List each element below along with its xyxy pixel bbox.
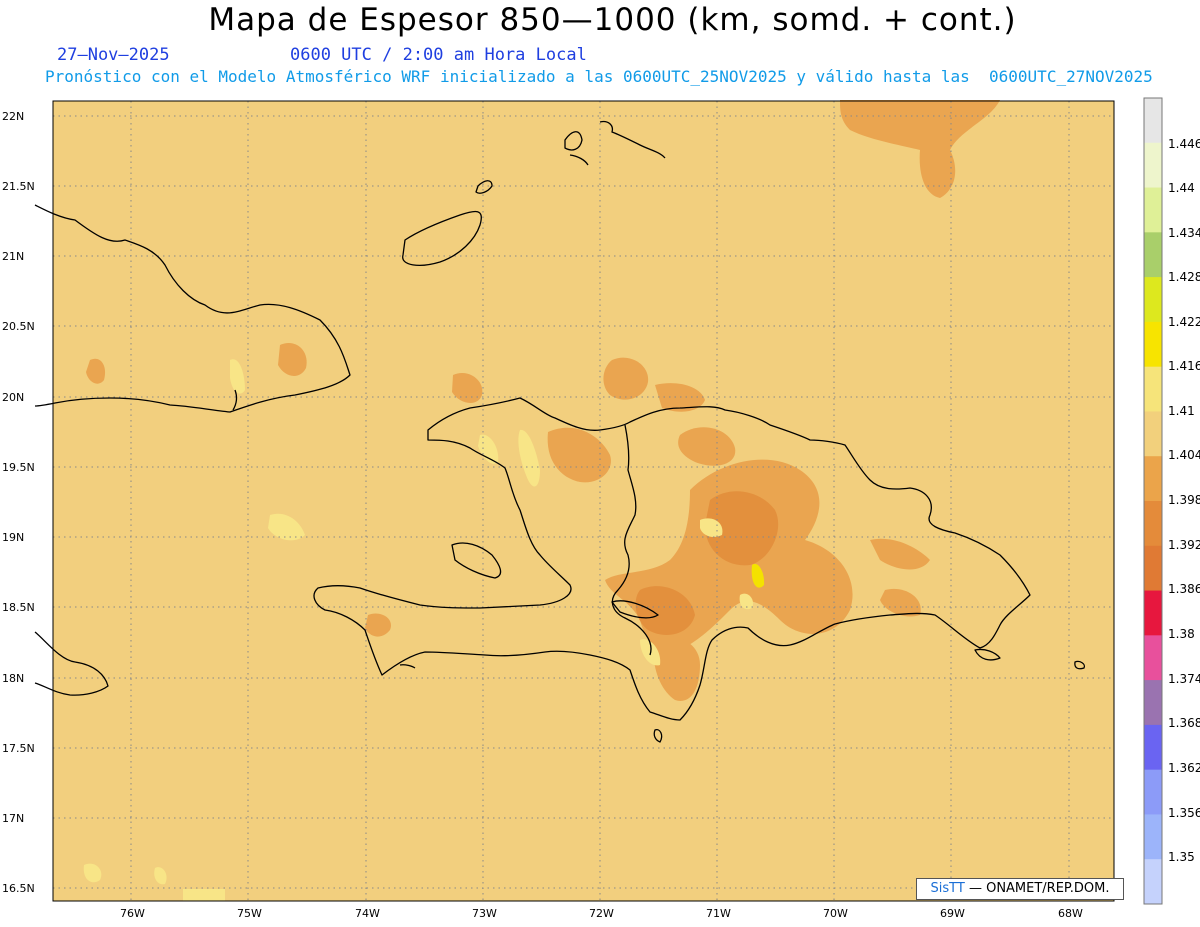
colorbar-swatch — [1144, 859, 1162, 905]
colorbar-label: 1.428 — [1168, 270, 1200, 284]
lat-label-21n: 21N — [2, 250, 25, 263]
credit-brand: SisTT — [930, 881, 965, 896]
colorbar-swatch — [1144, 277, 1162, 323]
colorbar-label: 1.386 — [1168, 582, 1200, 596]
lon-label-72w: 72W — [589, 907, 614, 920]
colorbar-swatch — [1144, 142, 1162, 189]
colorbar-swatch — [1144, 187, 1162, 233]
lat-label-21.5n: 21.5N — [2, 180, 35, 193]
lat-label-17n: 17N — [2, 812, 25, 825]
lat-label-19.5n: 19.5N — [2, 461, 35, 474]
lon-label-75w: 75W — [237, 907, 262, 920]
lat-label-20n: 20N — [2, 391, 25, 404]
lon-label-76w: 76W — [120, 907, 145, 920]
colorbar-swatch — [1144, 545, 1162, 592]
colorbar-swatch — [1144, 366, 1162, 412]
colorbar-label: 1.374 — [1168, 672, 1200, 686]
lat-label-18n: 18N — [2, 672, 25, 685]
colorbar-label: 1.41 — [1168, 404, 1195, 418]
lon-label-69w: 69W — [940, 907, 965, 920]
colorbar — [1143, 97, 1163, 905]
colorbar-swatch — [1144, 769, 1162, 815]
colorbar-label: 1.416 — [1168, 359, 1200, 373]
colorbar-label: 1.422 — [1168, 315, 1200, 329]
colorbar-label: 1.356 — [1168, 806, 1200, 820]
lon-label-74w: 74W — [355, 907, 380, 920]
colorbar-swatch — [1144, 635, 1162, 681]
colorbar-label: 1.44 — [1168, 181, 1195, 195]
colorbar-label: 1.398 — [1168, 493, 1200, 507]
lat-label-17.5n: 17.5N — [2, 742, 35, 755]
colorbar-label: 1.446 — [1168, 137, 1200, 151]
lon-label-71w: 71W — [706, 907, 731, 920]
colorbar-swatch — [1144, 98, 1162, 144]
colorbar-label: 1.434 — [1168, 226, 1200, 240]
lon-label-68w: 68W — [1058, 907, 1083, 920]
colorbar-swatch — [1144, 724, 1162, 771]
map-field — [53, 101, 1114, 901]
credit-box: SisTT — ONAMET/REP.DOM. — [916, 878, 1124, 900]
colorbar-label: 1.404 — [1168, 448, 1200, 462]
lat-label-19n: 19N — [2, 531, 25, 544]
lon-label-73w: 73W — [472, 907, 497, 920]
colorbar-swatch — [1144, 232, 1162, 278]
colorbar-swatch — [1144, 590, 1162, 636]
colorbar-swatch — [1144, 321, 1162, 368]
colorbar-label: 1.362 — [1168, 761, 1200, 775]
colorbar-label: 1.38 — [1168, 627, 1195, 641]
colorbar-label: 1.392 — [1168, 538, 1200, 552]
colorbar-swatch — [1144, 456, 1162, 502]
lat-label-18.5n: 18.5N — [2, 601, 35, 614]
credit-text: — ONAMET/REP.DOM. — [968, 881, 1110, 896]
lat-label-16.5n: 16.5N — [2, 882, 35, 895]
lon-label-70w: 70W — [823, 907, 848, 920]
lat-label-22n: 22N — [2, 110, 25, 123]
colorbar-label: 1.368 — [1168, 716, 1200, 730]
colorbar-label: 1.35 — [1168, 850, 1195, 864]
thickness-map — [34, 97, 1163, 905]
colorbar-swatch — [1144, 680, 1162, 726]
colorbar-swatch — [1144, 411, 1162, 457]
lat-label-20.5n: 20.5N — [2, 320, 35, 333]
colorbar-swatch — [1144, 501, 1162, 547]
colorbar-swatch — [1144, 814, 1162, 860]
